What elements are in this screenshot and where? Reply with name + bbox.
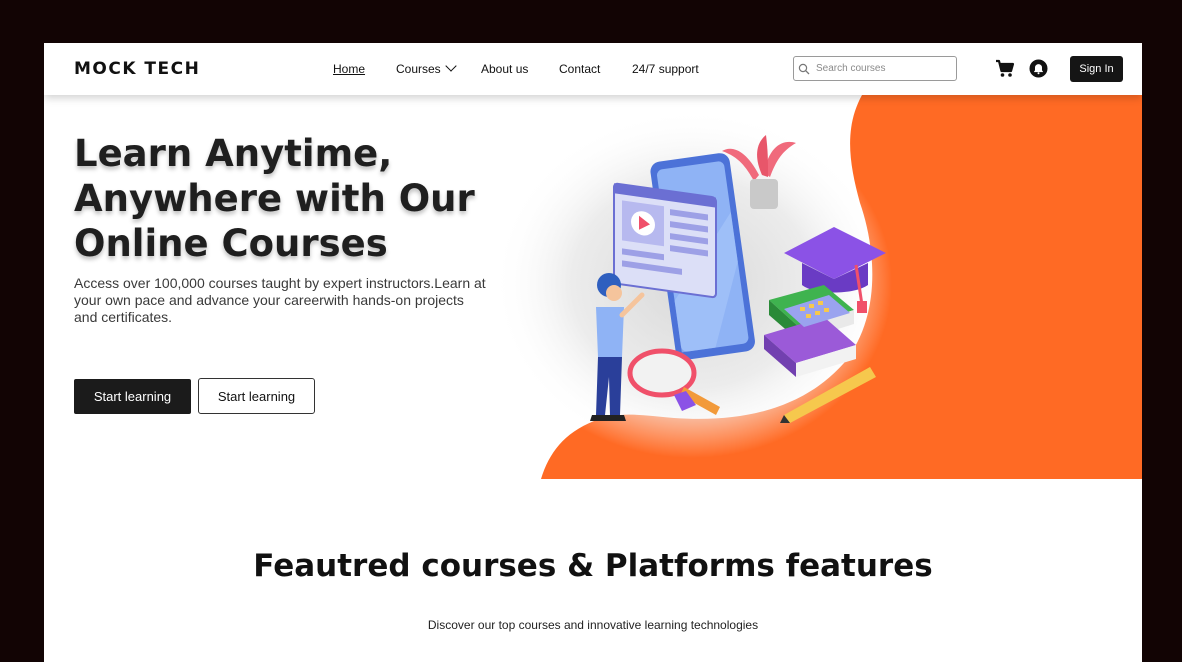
hero-subtitle: Access over 100,000 courses taught by ex… — [74, 275, 486, 325]
start-learning-outline-button[interactable]: Start learning — [198, 378, 315, 414]
top-navbar: MOCK TECH Home Courses About us Contact … — [44, 43, 1142, 95]
nav-contact[interactable]: Contact — [559, 62, 600, 76]
nav-support[interactable]: 24/7 support — [632, 62, 699, 76]
chevron-down-icon — [445, 60, 457, 72]
cart-icon[interactable] — [995, 59, 1015, 78]
nav-home[interactable]: Home — [333, 62, 365, 76]
nav-courses-label: Courses — [396, 62, 441, 76]
search-input[interactable] — [814, 62, 948, 75]
hero-title: Learn Anytime, Anywhere with Our Online … — [74, 132, 475, 265]
bell-icon[interactable] — [1029, 59, 1048, 78]
search-icon — [798, 63, 810, 74]
nav-about[interactable]: About us — [481, 62, 528, 76]
nav-courses[interactable]: Courses — [396, 60, 457, 76]
brand-logo[interactable]: MOCK TECH — [74, 59, 200, 79]
landing-page: MOCK TECH Home Courses About us Contact … — [44, 43, 1142, 662]
sign-in-button[interactable]: Sign In — [1070, 56, 1123, 82]
start-learning-button[interactable]: Start learning — [74, 379, 191, 414]
search-box[interactable] — [793, 56, 957, 81]
